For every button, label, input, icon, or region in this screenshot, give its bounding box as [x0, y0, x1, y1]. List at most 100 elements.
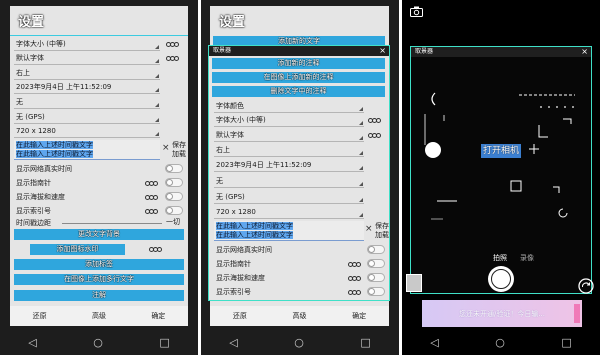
timestamp-text-input[interactable]: 在此输入上述时间戳文字 在此输入上述时间戳文字 — [14, 140, 160, 160]
save-button[interactable]: 保存 — [172, 141, 186, 149]
altitude-speed-toggle[interactable] — [367, 273, 385, 282]
dropdown-value: 无 — [16, 98, 23, 106]
open-camera-label[interactable]: 打开相机 — [481, 144, 522, 158]
add-icon-watermark-button[interactable]: 添加图标水印 — [30, 244, 125, 255]
dropdown-gps[interactable]: 无 (GPS) — [214, 191, 364, 204]
reset-button[interactable]: 还原 — [33, 311, 47, 321]
dropdown-location[interactable]: 无 — [14, 96, 160, 109]
advanced-button[interactable]: 高级 — [92, 311, 106, 321]
delete-annotation-button[interactable]: 删除文字中的注释 — [212, 86, 385, 97]
video-mode-tab[interactable]: 录像 — [520, 253, 534, 263]
more-dots-icon[interactable] — [368, 133, 381, 138]
gallery-thumbnail[interactable] — [406, 274, 422, 292]
dropdown-font-family[interactable]: 默认字体 — [14, 52, 160, 65]
settings-dialog-screen: 设置 添加新的文字 取景器 × 添加新的注释 在图像上添加新的注释 删除文字中的… — [201, 0, 399, 355]
add-multiline-text-button[interactable]: 在图像上添加多行文字 — [14, 274, 184, 285]
dropdown-value: 无 (GPS) — [16, 113, 45, 121]
photo-mode-tab[interactable]: 拍照 — [493, 253, 507, 263]
dropdown-value: 右上 — [216, 146, 230, 154]
navigation-bar: ◁ ○ □ — [201, 332, 399, 352]
dropdown-arrow-icon — [359, 182, 363, 186]
add-annotation-button[interactable]: 添加新的注释 — [212, 58, 385, 69]
dropdown-value: 右上 — [16, 69, 30, 77]
dropdown-value: 默认字体 — [16, 54, 44, 62]
margin-slider[interactable] — [62, 223, 162, 224]
more-dots-icon[interactable] — [145, 181, 158, 186]
close-icon[interactable]: × — [581, 47, 588, 57]
save-button[interactable]: 保存 — [375, 222, 389, 230]
compass-toggle[interactable] — [367, 259, 385, 268]
recents-icon[interactable]: □ — [360, 336, 370, 349]
change-text-background-button[interactable]: 更改文字背景 — [14, 229, 184, 240]
dropdown-font-color[interactable]: 字体颜色 — [214, 100, 364, 113]
add-image-annotation-button[interactable]: 在图像上添加新的注释 — [212, 72, 385, 83]
more-dots-icon[interactable] — [145, 195, 158, 200]
dropdown-font-size[interactable]: 字体大小 (中等) — [14, 38, 160, 51]
dropdown-arrow-icon — [155, 88, 159, 92]
dropdown-value: 2023年9月4日 上午11:52:09 — [16, 83, 112, 91]
clear-icon[interactable]: × — [365, 225, 373, 234]
footer-bar: 还原 高级 确定 — [10, 306, 188, 326]
dropdown-value: 720 x 1280 — [216, 208, 256, 216]
network-time-toggle[interactable] — [165, 164, 183, 173]
more-dots-icon[interactable] — [348, 290, 361, 295]
dropdown-font-family[interactable]: 默认字体 — [214, 129, 364, 142]
toggle-label: 显示网络真实时间 — [216, 246, 272, 254]
dropdown-gps[interactable]: 无 (GPS) — [14, 111, 160, 124]
back-icon[interactable]: ◁ — [229, 336, 237, 349]
more-dots-icon[interactable] — [149, 247, 162, 252]
dropdown-font-size[interactable]: 字体大小 (中等) — [214, 114, 364, 127]
more-dots-icon[interactable] — [166, 56, 179, 61]
dialog-title: 取景器 — [415, 48, 434, 55]
close-icon[interactable]: × — [379, 46, 386, 56]
dropdown-arrow-icon — [359, 198, 363, 202]
clear-icon[interactable]: × — [162, 144, 170, 153]
more-dots-icon[interactable] — [348, 276, 361, 281]
upgrade-banner[interactable]: 您还未开通/验证！今日输... — [422, 300, 582, 327]
dropdown-arrow-icon — [359, 151, 363, 155]
compass-toggle[interactable] — [165, 178, 183, 187]
rotate-camera-icon[interactable] — [578, 278, 594, 294]
recents-icon[interactable]: □ — [561, 336, 571, 349]
camera-icon[interactable] — [410, 6, 423, 17]
settings-screen: 设置 字体大小 (中等) 默认字体 右上 2023年9月4日 上午11:52:0… — [0, 0, 198, 355]
confirm-button[interactable]: 确定 — [352, 311, 366, 321]
recents-icon[interactable]: □ — [159, 336, 169, 349]
reset-button[interactable]: 还原 — [233, 311, 247, 321]
load-button[interactable]: 加载 — [172, 150, 186, 158]
home-icon[interactable]: ○ — [495, 336, 505, 349]
dropdown-resolution[interactable]: 720 x 1280 — [214, 206, 364, 219]
dropdown-value: 默认字体 — [216, 131, 244, 139]
toggle-label: 显示索引号 — [16, 207, 51, 215]
advanced-button[interactable]: 高级 — [292, 311, 306, 321]
more-dots-icon[interactable] — [368, 118, 381, 123]
altitude-speed-toggle[interactable] — [165, 192, 183, 201]
add-label-button[interactable]: 添加标签 — [14, 259, 184, 270]
index-number-toggle[interactable] — [367, 287, 385, 296]
more-dots-icon[interactable] — [348, 262, 361, 267]
timestamp-text-input[interactable]: 在此输入上述时间戳文字 在此输入上述时间戳文字 — [214, 221, 364, 241]
dropdown-position[interactable]: 右上 — [214, 144, 364, 157]
dropdown-arrow-icon — [359, 166, 363, 170]
dropdown-resolution[interactable]: 720 x 1280 — [14, 125, 160, 138]
home-icon[interactable]: ○ — [93, 336, 103, 349]
network-time-toggle[interactable] — [367, 245, 385, 254]
annotation-button[interactable]: 注解 — [14, 290, 184, 301]
confirm-button[interactable]: 确定 — [151, 311, 165, 321]
home-icon[interactable]: ○ — [294, 336, 304, 349]
back-icon[interactable]: ◁ — [28, 336, 36, 349]
shutter-button[interactable] — [488, 266, 514, 292]
dropdown-date-format[interactable]: 2023年9月4日 上午11:52:09 — [14, 81, 160, 94]
more-dots-icon[interactable] — [166, 42, 179, 47]
index-number-toggle[interactable] — [165, 206, 183, 215]
dropdown-value: 字体大小 (中等) — [216, 116, 266, 124]
dropdown-value: 2023年9月4日 上午11:52:09 — [216, 161, 312, 169]
dropdown-location[interactable]: 无 — [214, 175, 364, 188]
dropdown-date-format[interactable]: 2023年9月4日 上午11:52:09 — [214, 159, 364, 172]
load-button[interactable]: 加载 — [375, 231, 389, 239]
dropdown-value: 字体大小 (中等) — [16, 40, 66, 48]
dropdown-position[interactable]: 右上 — [14, 67, 160, 80]
more-dots-icon[interactable] — [145, 209, 158, 214]
back-icon[interactable]: ◁ — [430, 336, 438, 349]
navigation-bar: ◁ ○ □ — [0, 332, 198, 352]
